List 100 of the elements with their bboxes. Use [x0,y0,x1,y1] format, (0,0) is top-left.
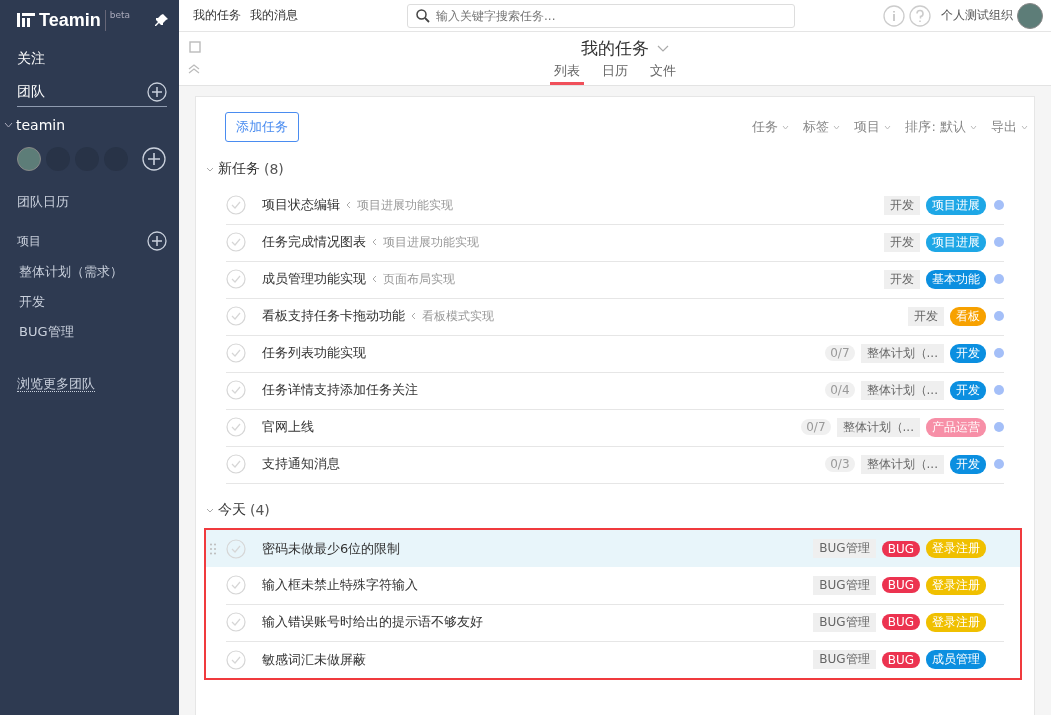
label-tag: 项目进展 [926,232,986,252]
collapse-icon[interactable] [188,64,200,74]
task-row[interactable]: 支持通知消息 0/3 整体计划（... 开发 [206,446,1004,483]
label-tag: 成员管理 [926,650,986,669]
team-name[interactable]: teamin [16,117,66,133]
task-title[interactable]: 密码未做最少6位的限制 [262,539,401,558]
project-tag: 开发 [908,306,944,326]
add-member-icon[interactable] [142,147,166,171]
task-row[interactable]: 敏感词汇未做屏蔽 BUG管理 BUG 成员管理 [206,641,1020,678]
label-tag: BUG [881,577,920,593]
filter-dropdown[interactable]: 项目 [854,118,881,136]
label-tag: 产品运营 [926,417,986,437]
app-logo: Teamin [39,9,106,31]
view-tab[interactable]: 日历 [598,62,632,85]
task-title[interactable]: 成员管理功能实现 [262,270,366,288]
task-row[interactable]: 输入框未禁止特殊字符输入 BUG管理 BUG 登录注册 [206,567,1020,604]
view-tab[interactable]: 文件 [646,62,680,85]
checkbox-circle-icon[interactable] [226,380,246,400]
task-row[interactable]: 项目状态编辑 项目进展功能实现 开发 项目进展 [206,187,1004,224]
user-avatar[interactable] [1017,2,1043,29]
checkbox-circle-icon[interactable] [226,232,246,252]
label-tag: BUG [881,651,920,668]
task-title[interactable]: 支持通知消息 [262,455,340,473]
task-title[interactable]: 敏感词汇未做屏蔽 [262,650,366,669]
task-title[interactable]: 任务完成情况图表 [262,233,366,251]
chevron-left-icon [372,238,377,246]
label-tag: 开发 [950,454,986,474]
project-tag: BUG管理 [813,650,876,669]
team-calendar-item[interactable]: 团队日历 [17,193,169,211]
project-item[interactable]: BUG管理 [17,323,169,341]
label-tag: BUG [881,540,920,557]
add-task-button[interactable]: 添加任务 [225,112,299,142]
task-row[interactable]: 输入错误账号时给出的提示语不够友好 BUG管理 BUG 登录注册 [206,604,1020,641]
checkbox-circle-icon[interactable] [226,575,246,595]
pin-icon[interactable] [155,13,169,27]
checkbox-circle-icon[interactable] [226,538,246,559]
filter-dropdown[interactable]: 标签 [803,118,830,136]
checkbox-circle-icon[interactable] [226,612,246,632]
add-icon[interactable] [147,82,167,102]
task-row[interactable]: 任务列表功能实现 0/7 整体计划（... 开发 [206,335,1004,372]
team-header: 团队 [17,83,45,101]
task-row[interactable]: 任务完成情况图表 项目进展功能实现 开发 项目进展 [206,224,1004,261]
label-tag: 开发 [950,380,986,400]
project-tag: BUG管理 [813,575,876,595]
filter-dropdown[interactable]: 任务 [752,118,779,136]
task-row[interactable]: 官网上线 0/7 整体计划（... 产品运营 [206,409,1004,446]
info-icon[interactable] [883,4,905,27]
follow-item[interactable]: 关注 [17,50,169,72]
checkbox-circle-icon[interactable] [226,306,246,326]
group-count: (4) [250,502,270,518]
page-title: 我的任务 [581,37,649,60]
task-row[interactable]: 看板支持任务卡拖动功能 看板模式实现 开发 看板 [206,298,1004,335]
checkbox-circle-icon[interactable] [226,454,246,474]
checkbox-circle-icon[interactable] [226,195,246,215]
chevron-icon[interactable] [4,122,13,128]
checkbox-circle-icon[interactable] [226,269,246,289]
checkbox-circle-icon[interactable] [226,417,246,437]
top-nav-link[interactable]: 我的任务 [193,7,241,24]
task-title[interactable]: 项目状态编辑 [262,196,340,214]
browse-more-link[interactable]: 浏览更多团队 [17,376,95,392]
top-nav-link[interactable]: 我的消息 [250,7,298,24]
subtask-count: 0/7 [825,345,855,361]
help-icon[interactable] [909,4,931,27]
search-field[interactable]: 输入关键字搜索任务... [407,3,795,28]
view-tab[interactable]: 列表 [550,62,584,85]
subtask-count: 0/3 [825,456,855,472]
project-item[interactable]: 开发 [17,293,169,311]
checkbox-circle-icon[interactable] [226,343,246,363]
task-title[interactable]: 任务详情支持添加任务关注 [262,381,418,399]
task-title[interactable]: 看板支持任务卡拖动功能 [262,307,405,325]
filter-dropdown[interactable]: 导出 [991,118,1017,136]
label-tag: 项目进展 [926,195,986,215]
project-tag: BUG管理 [813,612,876,632]
project-tag: 整体计划（... [860,380,944,400]
task-title[interactable]: 输入框未禁止特殊字符输入 [262,576,418,594]
filter-dropdown[interactable]: 排序: 默认 [905,118,966,136]
task-row[interactable]: 密码未做最少6位的限制 BUG管理 BUG 登录注册 [206,530,1020,567]
chevron-left-icon [411,312,416,320]
checkbox-circle-icon[interactable] [226,649,246,670]
organization-name[interactable]: 个人测试组织 [941,7,1013,24]
task-row[interactable]: 成员管理功能实现 页面布局实现 开发 基本功能 [206,261,1004,298]
project-item[interactable]: 整体计划（需求） [17,263,169,281]
drag-handle-icon[interactable] [210,542,216,555]
group-title[interactable]: 新任务 [218,160,260,178]
task-title[interactable]: 任务列表功能实现 [262,344,366,362]
chevron-icon[interactable] [657,44,669,53]
search-icon [416,8,430,23]
group-count: (8) [264,161,284,177]
chevron-icon[interactable] [206,507,214,513]
task-title[interactable]: 官网上线 [262,418,314,436]
projects-header: 项目 [17,232,41,250]
add-icon[interactable] [147,231,167,251]
task-title[interactable]: 输入错误账号时给出的提示语不够友好 [262,613,483,631]
task-row[interactable]: 任务详情支持添加任务关注 0/4 整体计划（... 开发 [206,372,1004,409]
chevron-icon[interactable] [206,166,214,172]
avatar[interactable] [17,147,41,171]
project-tag: 开发 [884,232,920,252]
expand-icon[interactable] [188,40,202,54]
label-tag: 登录注册 [926,612,986,632]
group-title[interactable]: 今天 [218,501,246,519]
